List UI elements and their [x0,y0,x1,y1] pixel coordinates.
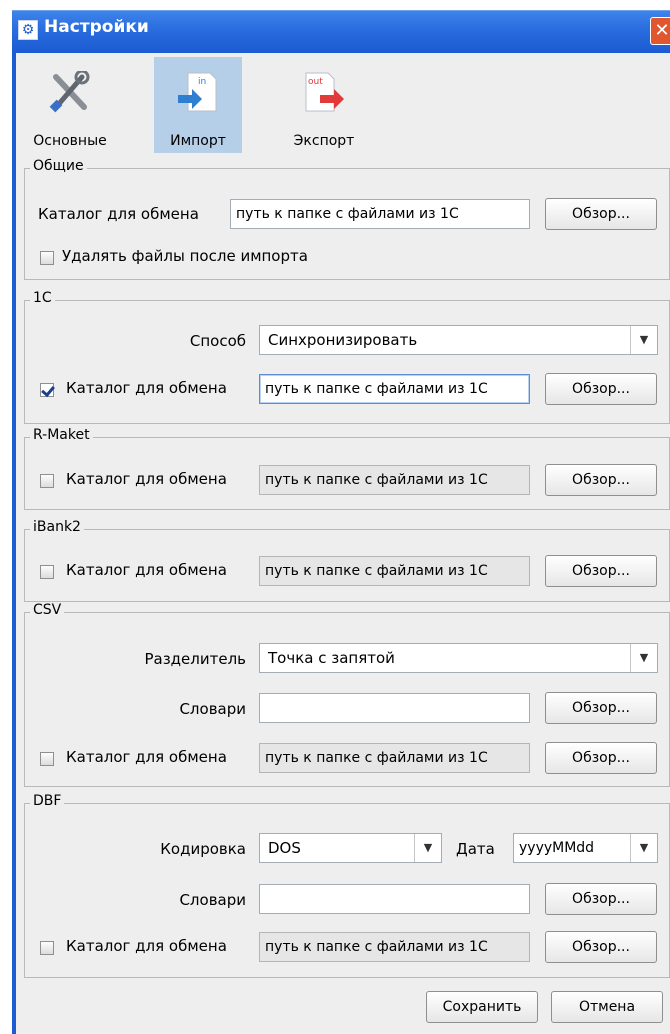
import-in-icon: in [178,72,217,112]
dropdown-arrow-icon[interactable]: ▼ [630,326,657,354]
dbf-encoding-select[interactable]: DOS ▼ [259,833,442,863]
onec-method-select[interactable]: Синхронизировать ▼ [259,325,658,355]
csv-dict-label: Словари [179,700,246,718]
csv-browse-button[interactable]: Обзор... [545,742,657,774]
dropdown-arrow-icon[interactable]: ▼ [630,834,657,862]
ibank2-dir-checkbox[interactable] [40,565,54,579]
onec-browse-button[interactable]: Обзор... [545,373,657,405]
ibank2-browse-button[interactable]: Обзор... [545,555,657,587]
tab-export-label: Экспорт [293,133,355,149]
window-title: Настройки [44,17,149,37]
svg-text:out: out [308,77,323,87]
svg-text:in: in [198,77,206,87]
rmaket-dir-checkbox[interactable] [40,474,54,488]
dbf-dict-input[interactable] [259,884,530,914]
dbf-encoding-label: Кодировка [160,840,246,858]
group-ibank2-legend: iBank2 [30,519,84,535]
dbf-dict-label: Словари [179,891,246,909]
dbf-date-label: Дата [456,840,495,858]
tab-general[interactable]: Основные [26,57,114,153]
group-1c-legend: 1С [30,290,55,306]
group-general-legend: Общие [30,158,87,174]
dropdown-arrow-icon[interactable]: ▼ [630,644,657,672]
delete-files-checkbox[interactable] [40,251,54,265]
rmaket-dir-label: Каталог для обмена [66,470,227,488]
rmaket-dir-input: путь к папке с файлами из 1С [259,465,530,495]
tab-general-label: Основные [33,133,107,149]
dbf-dir-checkbox[interactable] [40,941,54,955]
general-dir-input[interactable]: путь к папке с файлами из 1С [230,199,530,229]
group-dbf-legend: DBF [30,793,65,809]
dbf-date-value: yyyyMMdd [519,840,595,856]
csv-separator-label: Разделитель [144,650,246,668]
dbf-dir-label: Каталог для обмена [66,937,227,955]
tab-import-label: Импорт [170,133,226,149]
onec-dir-checkbox[interactable] [40,383,54,397]
dropdown-arrow-icon[interactable]: ▼ [414,834,441,862]
general-dir-label: Каталог для обмена [38,205,199,223]
dbf-browse-button[interactable]: Обзор... [545,931,657,963]
onec-method-label: Способ [189,332,246,350]
dbf-date-select[interactable]: yyyyMMdd ▼ [513,833,658,863]
csv-dict-browse-button[interactable]: Обзор... [545,692,657,724]
rmaket-browse-button[interactable]: Обзор... [545,464,657,496]
csv-dir-input: путь к папке с файлами из 1С [259,743,530,773]
settings-app-icon: ⚙ [18,20,38,40]
csv-dir-label: Каталог для обмена [66,748,227,766]
csv-separator-value: Точка с запятой [268,649,395,667]
tab-import[interactable]: in Импорт [154,57,242,153]
ibank2-dir-input: путь к папке с файлами из 1С [259,556,530,586]
close-button[interactable]: ✕ [650,17,670,45]
dbf-dir-input: путь к папке с файлами из 1С [259,932,530,962]
tools-icon [49,71,90,113]
onec-method-value: Синхронизировать [268,331,418,349]
tab-export[interactable]: out Экспорт [280,57,368,153]
cancel-button[interactable]: Отмена [551,991,663,1023]
general-browse-button[interactable]: Обзор... [545,198,657,230]
dbf-dict-browse-button[interactable]: Обзор... [545,883,657,915]
dbf-encoding-value: DOS [268,839,301,857]
group-1c [24,300,670,424]
group-rmaket-legend: R-Maket [30,427,93,443]
save-button[interactable]: Сохранить [426,991,538,1023]
onec-dir-input[interactable]: путь к папке с файлами из 1С [259,374,530,404]
ibank2-dir-label: Каталог для обмена [66,561,227,579]
onec-dir-label: Каталог для обмена [66,379,227,397]
csv-dir-checkbox[interactable] [40,752,54,766]
csv-dict-input[interactable] [259,693,530,723]
csv-separator-select[interactable]: Точка с запятой ▼ [259,643,658,673]
group-csv-legend: CSV [30,602,65,618]
delete-files-label: Удалять файлы после импорта [62,247,308,265]
export-out-icon: out [305,72,344,112]
